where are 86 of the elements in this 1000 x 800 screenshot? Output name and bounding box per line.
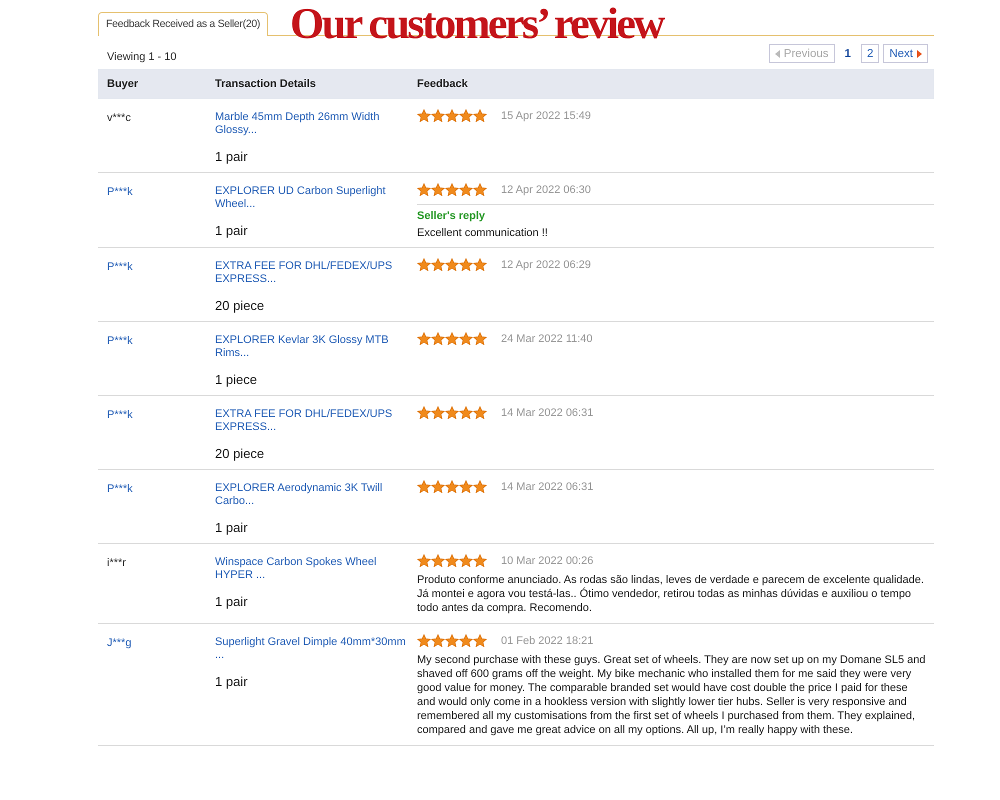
feedback-tab[interactable]: Feedback Received as a Seller(20): [98, 12, 268, 36]
star-icon: [473, 109, 487, 122]
column-header: Feedback: [417, 78, 469, 90]
star-icon: [431, 480, 445, 493]
star-icon: [417, 183, 431, 196]
star-icon: [417, 480, 431, 493]
product-link[interactable]: EXPLORER Aerodynamic 3K Twill Carbo...: [215, 480, 407, 508]
star-icon: [459, 634, 473, 647]
star-icon: [431, 332, 445, 345]
product-link[interactable]: EXTRA FEE FOR DHL/FEDEX/UPS EXPRESS...: [215, 406, 407, 434]
product-link[interactable]: EXPLORER Kevlar 3K Glossy MTB Rims...: [215, 332, 407, 360]
right-triangle-icon: [917, 50, 922, 58]
viewing-count: Viewing 1 - 10: [107, 50, 177, 62]
column-header: Transaction Details: [215, 78, 317, 90]
seller-reply-text: Excellent communication !!: [417, 227, 549, 239]
star-icon: [445, 554, 459, 567]
feedback-date: 01 Feb 2022 18:21: [501, 634, 594, 646]
star-icon: [431, 109, 445, 122]
product-link[interactable]: Superlight Gravel Dimple 40mm*30mm ...: [215, 634, 407, 662]
feedback-date: 14 Mar 2022 06:31: [501, 406, 594, 418]
star-icon: [417, 406, 431, 419]
buyer-name: i***r: [107, 556, 126, 569]
feedback-date: 12 Apr 2022 06:30: [501, 184, 591, 196]
review-text: Produto conforme anunciado. As rodas são lindas, leves de verdade e parecem de excelente qualidade. Já montei e agora vou testá-las.. Ótimo vendedor, retirou todas as minhas dúvidas e auxiliou o tempo todo antes da compra. Recomendo.: [417, 573, 925, 615]
buyer-name: v***c: [107, 111, 131, 124]
star-icon: [473, 183, 487, 196]
star-icon: [459, 554, 473, 567]
product-link[interactable]: Marble 45mm Depth 26mm Width Glossy...: [215, 109, 407, 137]
star-icon: [417, 554, 431, 567]
star-icon: [445, 258, 459, 271]
star-icon: [473, 406, 487, 419]
quantity: 1 pair: [215, 594, 249, 609]
feedback-date: 14 Mar 2022 06:31: [501, 480, 594, 492]
review-text: My second purchase with these guys. Great set of wheels. They are now set up on my Domane SL5 and shaved off 600 grams off the weight. My bike mechanic who installed them for me said they were very good value for money. The comparable branded set would have cost double the price I paid for these and would only come in a hookless version with slightly lower tier hubs. Seller is very responsive and remembered all my customisations from the first set of wheels I purchased from them. They explained, compared and gave me great advice on all my options. All up, I’m really happy with these.: [417, 653, 927, 737]
feedback-date: 15 Apr 2022 15:49: [501, 110, 591, 122]
next-button[interactable]: Next: [883, 44, 928, 63]
star-icon: [431, 554, 445, 567]
star-icon: [473, 554, 487, 567]
star-icon: [417, 109, 431, 122]
left-triangle-icon: [774, 50, 780, 58]
star-icon: [445, 480, 459, 493]
star-icon: [417, 332, 431, 345]
buyer-name[interactable]: P***k: [107, 183, 133, 198]
star-icon: [459, 406, 473, 419]
star-icon: [445, 183, 459, 196]
quantity: 1 pair: [215, 520, 249, 535]
star-icon: [431, 634, 445, 647]
buyer-name[interactable]: P***k: [107, 480, 133, 495]
star-icon: [417, 634, 431, 647]
feedback-date: 12 Apr 2022 06:29: [501, 258, 591, 270]
quantity: 1 pair: [215, 674, 249, 689]
product-link[interactable]: Winspace Carbon Spokes Wheel HYPER ...: [215, 554, 407, 582]
seller-reply-label: Seller's reply: [417, 210, 486, 222]
page-button[interactable]: 2: [860, 44, 880, 63]
star-icon: [445, 406, 459, 419]
star-icon: [459, 480, 473, 493]
star-icon: [445, 109, 459, 122]
star-icon: [431, 258, 445, 271]
column-header: Buyer: [106, 78, 140, 90]
quantity: 1 pair: [215, 223, 249, 238]
quantity: 20 piece: [215, 446, 266, 461]
star-icon: [445, 332, 459, 345]
feedback-date: 24 Mar 2022 11:40: [501, 332, 593, 344]
star-icon: [431, 406, 445, 419]
star-icon: [473, 332, 487, 345]
buyer-name[interactable]: P***k: [107, 406, 133, 421]
star-icon: [459, 109, 473, 122]
star-icon: [459, 258, 473, 271]
star-icon: [473, 258, 487, 271]
buyer-name[interactable]: P***k: [107, 258, 133, 273]
star-icon: [459, 332, 473, 345]
quantity: 20 piece: [215, 298, 266, 313]
star-icon: [417, 258, 431, 271]
product-link[interactable]: EXTRA FEE FOR DHL/FEDEX/UPS EXPRESS...: [215, 258, 407, 286]
banner-title: Our customers’ review: [290, 2, 663, 46]
buyer-name[interactable]: P***k: [107, 332, 133, 347]
star-icon: [445, 634, 459, 647]
star-icon: [473, 480, 487, 493]
star-icon: [459, 183, 473, 196]
buyer-name[interactable]: J***g: [107, 634, 132, 649]
feedback-date: 10 Mar 2022 00:26: [501, 554, 594, 566]
product-link[interactable]: EXPLORER UD Carbon Superlight Wheel...: [215, 183, 407, 211]
quantity: 1 pair: [215, 149, 249, 164]
quantity: 1 piece: [215, 372, 258, 387]
star-icon: [431, 183, 445, 196]
star-icon: [473, 634, 487, 647]
